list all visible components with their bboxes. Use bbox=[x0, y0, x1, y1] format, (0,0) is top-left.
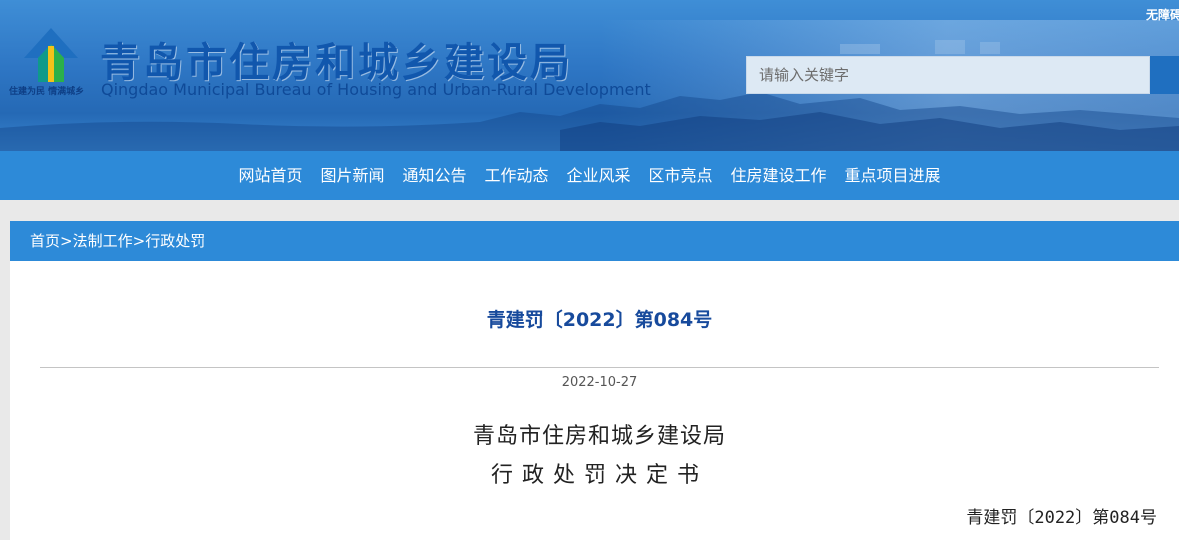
bureau-logo-icon bbox=[24, 28, 78, 82]
accessibility-link[interactable]: 无障碍 bbox=[1146, 6, 1179, 23]
breadcrumb-separator: > bbox=[132, 232, 146, 250]
nav-item-housing-work[interactable]: 住房建设工作 bbox=[722, 151, 836, 200]
nav-item-district-highlights[interactable]: 区市亮点 bbox=[640, 151, 722, 200]
nav-item-enterprises[interactable]: 企业风采 bbox=[558, 151, 640, 200]
logo-slogan: 住建为民 情满城乡 bbox=[9, 87, 85, 97]
nav-item-photo-news[interactable]: 图片新闻 bbox=[311, 151, 393, 200]
search-input[interactable] bbox=[746, 56, 1150, 94]
nav-item-work-updates[interactable]: 工作动态 bbox=[475, 151, 557, 200]
search-button[interactable] bbox=[1150, 56, 1179, 94]
publish-date: 2022-10-27 bbox=[561, 375, 638, 390]
main-nav: 网站首页 图片新闻 通知公告 工作动态 企业风采 区市亮点 住房建设工作 重点项… bbox=[0, 151, 1179, 200]
nav-item-notices[interactable]: 通知公告 bbox=[393, 151, 475, 200]
breadcrumb: 首页>法制工作>行政处罚 bbox=[10, 221, 1179, 261]
article-heading: 青建罚〔2022〕第084号 bbox=[486, 309, 713, 331]
site-subtitle: Qingdao Municipal Bureau of Housing and … bbox=[101, 80, 651, 99]
breadcrumb-legal-work[interactable]: 法制工作 bbox=[73, 232, 133, 250]
document-issuer: 青岛市住房和城乡建设局 bbox=[472, 424, 726, 449]
breadcrumb-separator: > bbox=[60, 232, 73, 250]
nav-item-key-projects[interactable]: 重点项目进展 bbox=[836, 151, 950, 200]
nav-item-home[interactable]: 网站首页 bbox=[229, 151, 311, 200]
breadcrumb-administrative-penalty[interactable]: 行政处罚 bbox=[145, 232, 205, 250]
document-title: 行政处罚决定书 bbox=[490, 463, 708, 488]
heading-divider bbox=[40, 367, 1159, 368]
header-banner: 住建为民 情满城乡 青岛市住房和城乡建设局 Qingdao Municipal … bbox=[0, 0, 1179, 151]
breadcrumb-home[interactable]: 首页 bbox=[30, 232, 60, 250]
document-reference-number: 青建罚〔2022〕第084号 bbox=[966, 508, 1157, 528]
